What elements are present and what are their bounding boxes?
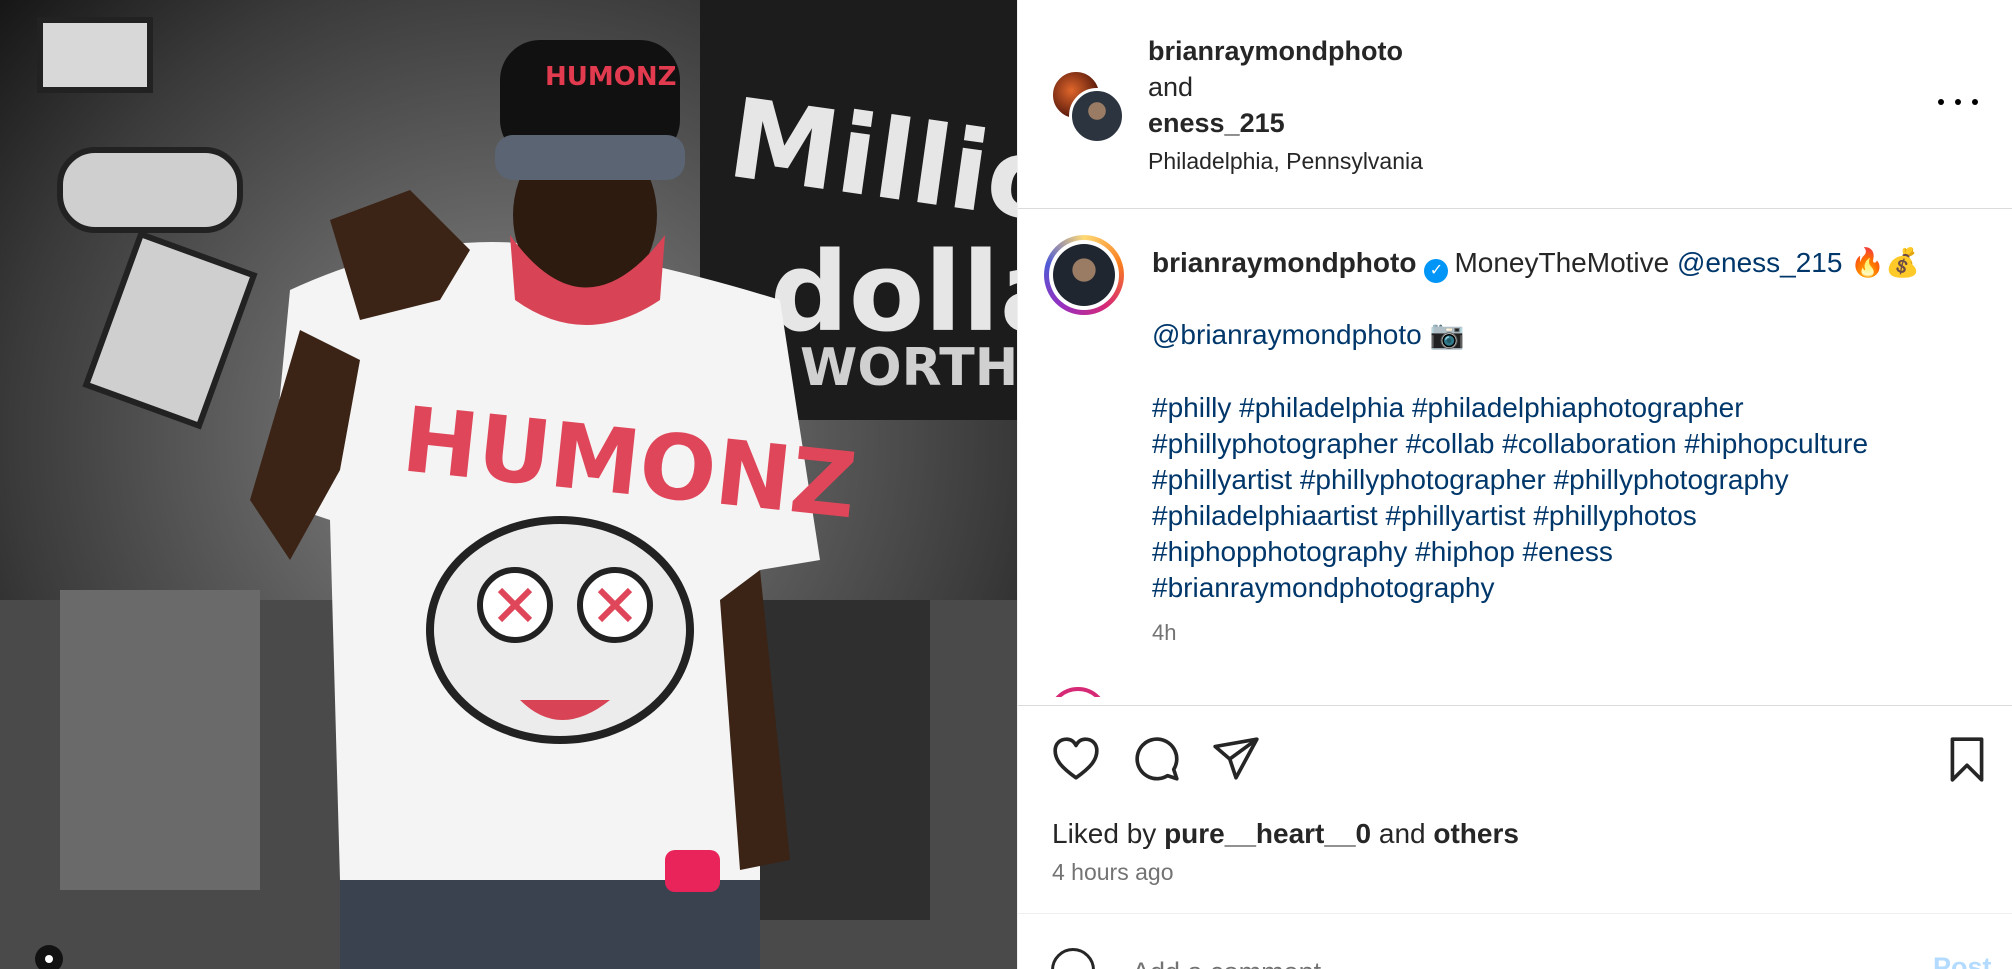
hashtag-line[interactable]: #phillyphotographer #collab #collaborati…: [1152, 426, 1868, 462]
hashtag-block: #philly #philadelphia #philadelphiaphoto…: [1152, 390, 1868, 606]
liked-by-others-link[interactable]: others: [1433, 818, 1519, 849]
caption-avatar[interactable]: [1044, 235, 1124, 315]
instagram-post-view: Millio dolla WORTH OF C HUMONZ: [0, 0, 2012, 969]
collaborator-username-link[interactable]: eness_215: [1148, 108, 1285, 139]
hashtag-line[interactable]: #hiphopphotography #hiphop #eness: [1152, 534, 1868, 570]
caption-credit-line: @brianraymondphoto 📷: [1152, 318, 1464, 351]
comment-composer: Post: [1018, 913, 2012, 969]
liked-by-user-link[interactable]: pure__heart__0: [1164, 818, 1371, 849]
caption-first-line: brianraymondphoto ✓ MoneyTheMotive @eness_…: [1152, 246, 1920, 283]
post-details-panel: brianraymondphoto and eness_215 Philadel…: [1017, 0, 2012, 969]
caption-timestamp[interactable]: 4h: [1152, 620, 1176, 646]
collab-avatars[interactable]: [1051, 70, 1131, 144]
credit-mention-link[interactable]: @brianraymondphoto: [1152, 319, 1422, 350]
share-icon[interactable]: [1211, 734, 1261, 784]
location-link[interactable]: Philadelphia, Pennsylvania: [1148, 148, 1423, 175]
more-icon: [1972, 99, 1978, 105]
comment-input[interactable]: [1130, 951, 1834, 969]
caption-username-link[interactable]: brianraymondphoto: [1152, 247, 1416, 278]
hashtag-line[interactable]: #phillyartist #phillyphotographer #phill…: [1152, 462, 1868, 498]
svg-text:HUMONZ: HUMONZ: [545, 62, 676, 92]
avatar[interactable]: [1069, 88, 1125, 144]
post-photo[interactable]: Millio dolla WORTH OF C HUMONZ: [0, 0, 1017, 969]
save-icon[interactable]: [1942, 734, 1992, 784]
emoji-icon[interactable]: [1051, 948, 1095, 969]
photo-illustration: Millio dolla WORTH OF C HUMONZ: [0, 0, 1017, 969]
post-header: brianraymondphoto and eness_215 Philadel…: [1018, 0, 2012, 209]
like-icon[interactable]: [1051, 734, 1101, 784]
more-icon: [1955, 99, 1961, 105]
liked-by-prefix: Liked by: [1052, 818, 1165, 849]
author-username-link[interactable]: brianraymondphoto: [1148, 36, 1403, 67]
hashtag-line[interactable]: #philly #philadelphia #philadelphiaphoto…: [1152, 390, 1868, 426]
likes-summary: Liked by pure__heart__0 and others: [1052, 818, 1519, 850]
svg-text:WORTH OF C: WORTH OF C: [800, 338, 1017, 398]
hashtag-line[interactable]: #philadelphiaartist #phillyartist #phill…: [1152, 498, 1868, 534]
mention-link[interactable]: @eness_215: [1677, 247, 1842, 278]
more-options-button[interactable]: [1938, 90, 1978, 114]
collab-and-text: and: [1148, 72, 1194, 102]
more-icon: [1938, 99, 1944, 105]
carousel-indicator: [35, 945, 63, 969]
action-bar: Liked by pure__heart__0 and others 4 hou…: [1018, 705, 2012, 969]
liked-by-and: and: [1371, 818, 1434, 849]
camera-emoji: 📷: [1429, 319, 1465, 350]
hashtag-line[interactable]: #brianraymondphotography: [1152, 570, 1868, 606]
caption-emojis: 🔥💰: [1850, 247, 1920, 278]
caption-text: MoneyTheMotive: [1454, 247, 1670, 278]
post-comment-button[interactable]: Post: [1933, 952, 1992, 969]
verified-icon: ✓: [1424, 259, 1449, 283]
comment-icon[interactable]: [1131, 734, 1181, 784]
caption-section: brianraymondphoto ✓ MoneyTheMotive @eness_…: [1018, 209, 2012, 697]
svg-text:dolla: dolla: [770, 228, 1017, 356]
post-timestamp[interactable]: 4 hours ago: [1052, 859, 1173, 886]
next-comment-avatar[interactable]: [1048, 687, 1108, 697]
